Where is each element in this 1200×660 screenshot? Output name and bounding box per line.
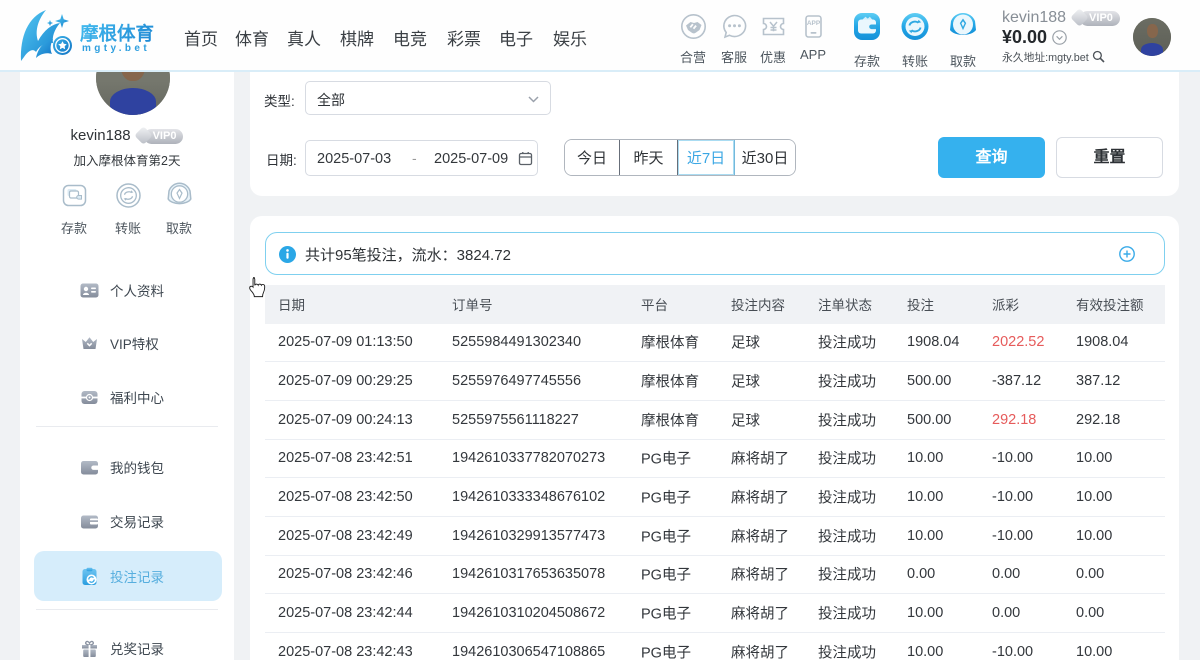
svg-text:APP: APP: [806, 20, 820, 27]
